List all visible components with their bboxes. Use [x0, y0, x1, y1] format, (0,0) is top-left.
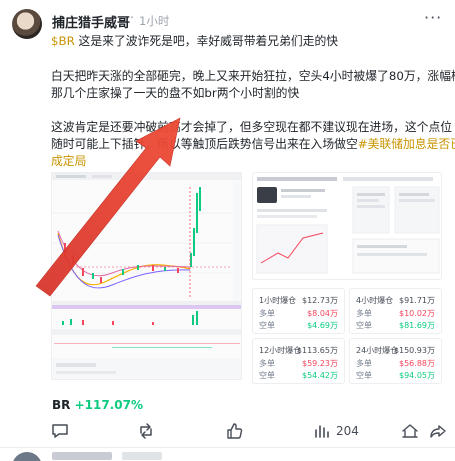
row-label: 多单 [356, 359, 372, 368]
liquidation-panel-4h[interactable]: 4小时爆仓 $91.71万 多单 $10.02万 空单 $81.69万 [349, 288, 442, 334]
post-line-1-text: 这是来了波诈死是吧，幸好威哥带着兄弟们走的快 [74, 34, 339, 48]
row-value: $59.23万 [302, 359, 338, 368]
panel-title: 24小时爆仓 [356, 346, 399, 355]
row-label: 多单 [259, 309, 275, 318]
liquidation-panel-1h[interactable]: 1小时爆仓 $12.73万 多单 $8.04万 空单 $4.69万 [252, 288, 345, 334]
panel-total: $12.73万 [302, 296, 338, 305]
row-value: $8.04万 [307, 309, 338, 318]
hashtag-link[interactable]: #美联储加息是否已 [358, 137, 455, 151]
row-label: 空单 [356, 371, 372, 380]
panel-total: $113.65万 [296, 346, 338, 355]
row-value: $94.05万 [399, 371, 435, 380]
post-line-1: $BR 这是来了波诈死是吧，幸好威哥带着兄弟们走的快 [51, 33, 338, 50]
row-label: 多单 [259, 359, 275, 368]
post-image-screenshot[interactable] [252, 172, 442, 280]
row-label: 空单 [259, 371, 275, 380]
ticker-symbol: BR [52, 398, 71, 412]
post-actions-bar: 204 [0, 420, 455, 444]
post-image-chart[interactable] [51, 172, 242, 380]
post-paragraph-3-text-a: 随时可能上下插针， [51, 137, 158, 151]
share-button[interactable] [428, 420, 448, 442]
row-label: 多单 [356, 309, 372, 318]
post-time: 1小时 [139, 14, 170, 28]
row-value: $81.69万 [399, 321, 435, 330]
hashtag-link-continued[interactable]: 成定局 [51, 153, 86, 170]
more-options-icon[interactable]: ··· [424, 8, 442, 27]
row-value: $10.02万 [399, 309, 435, 318]
time-separator: · [130, 11, 135, 26]
comment-button[interactable] [50, 420, 74, 442]
row-label: 空单 [356, 321, 372, 330]
liquidation-panel-12h[interactable]: 12小时爆仓 $113.65万 多单 $59.23万 空单 $54.42万 [252, 338, 345, 384]
views-bar-chart-icon [315, 425, 329, 438]
post-paragraph-2-line-1: 白天把昨天涨的全部砸完，晚上又来开始狂拉，空头4小时被爆了80万，涨幅榜 [51, 69, 455, 83]
views-button[interactable]: 204 [312, 420, 359, 442]
feed-post: 捕庄猎手威哥 · 1小时 ··· $BR 这是来了波诈死是吧，幸好威哥带着兄弟们… [0, 0, 455, 461]
next-post-time-placeholder [122, 452, 162, 460]
row-value: $54.42万 [302, 371, 338, 380]
post-paragraph-2-line-2: 那几个庄家操了一天的盘不如br两个小时割的快 [51, 86, 300, 100]
comment-icon [52, 424, 68, 438]
author-avatar[interactable] [12, 9, 42, 39]
row-value: $4.69万 [307, 321, 338, 330]
cashtag-link[interactable]: $BR [51, 34, 75, 48]
share-icon [430, 425, 446, 438]
post-paragraph-3-line-1: 这波肯定是还要冲破前高才会掉了，但多空现在都不建议现在进场，这个点位 [51, 120, 453, 134]
views-count: 204 [336, 424, 359, 438]
screenshot-graphic [256, 177, 440, 274]
tip-button[interactable] [400, 420, 420, 442]
panel-title: 12小时爆仓 [259, 346, 302, 355]
repost-icon [140, 423, 152, 439]
next-post-author-placeholder [52, 452, 112, 460]
next-post-avatar [12, 452, 42, 461]
tip-icon [402, 424, 418, 438]
row-value: $56.88万 [399, 359, 435, 368]
panel-total: $91.71万 [399, 296, 435, 305]
row-label: 空单 [259, 321, 275, 330]
like-button[interactable] [225, 420, 249, 442]
panel-total: $150.93万 [393, 346, 435, 355]
ticker-chip[interactable]: BR +117.07% [52, 398, 143, 412]
post-paragraph-3-line-2: 随时可能上下插针，所以等触顶后跌势信号出来在入场做空#美联储加息是否已 [51, 136, 455, 153]
price-chart-graphic [52, 173, 241, 379]
post-paragraph-3-text-b: 所以等触顶后跌势信号出来在入场做空 [157, 137, 358, 151]
feed-divider [0, 447, 455, 448]
next-post-preview[interactable] [12, 452, 452, 461]
author-name[interactable]: 捕庄猎手威哥 [52, 12, 130, 31]
liquidation-panel-24h[interactable]: 24小时爆仓 $150.93万 多单 $56.88万 空单 $94.05万 [349, 338, 442, 384]
panel-title: 1小时爆仓 [259, 296, 297, 305]
ticker-change: +117.07% [74, 398, 143, 412]
panel-title: 4小时爆仓 [356, 296, 394, 305]
repost-button[interactable] [136, 420, 160, 442]
thumbs-up-icon [227, 423, 243, 439]
